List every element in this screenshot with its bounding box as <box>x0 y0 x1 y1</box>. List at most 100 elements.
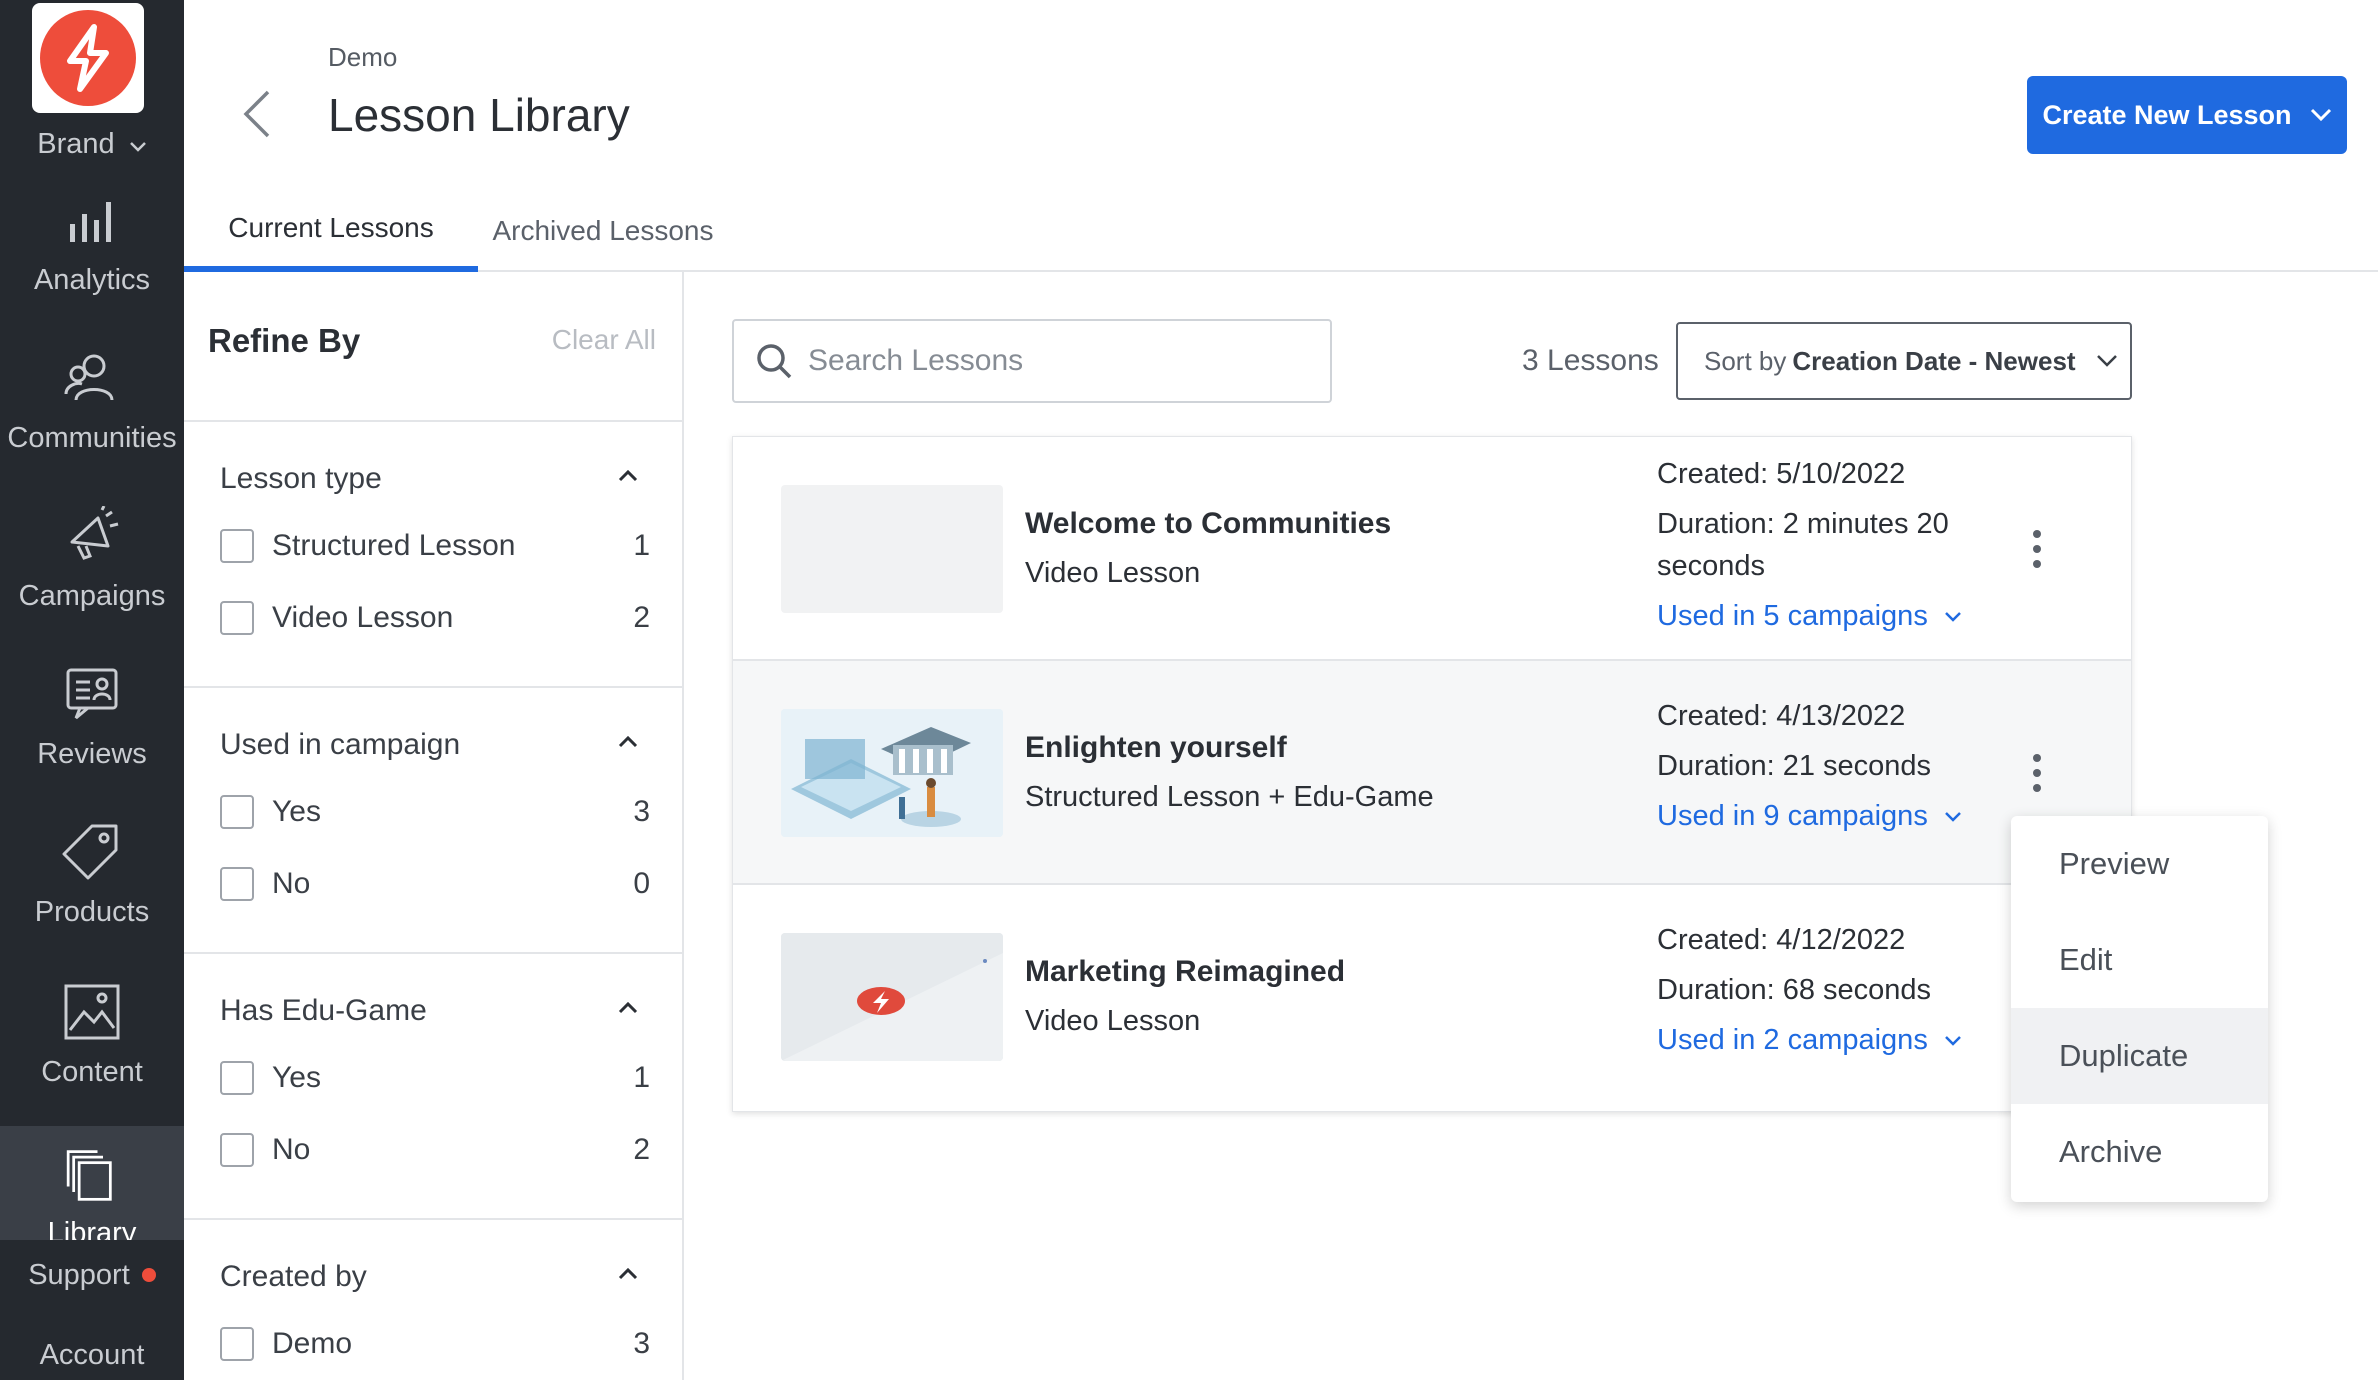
review-icon <box>66 668 118 720</box>
filter-option-count: 3 <box>633 1327 650 1360</box>
lesson-actions-menu: Preview Edit Duplicate Archive <box>2011 816 2268 1202</box>
chevron-down-icon <box>2096 355 2117 367</box>
filter-option-label: No <box>272 1133 311 1166</box>
lesson-type: Video Lesson <box>1025 1005 1201 1037</box>
lesson-meta: Created: 5/10/2022 Duration: 2 minutes 2… <box>1657 453 1977 637</box>
filter-group-used-in-campaign: Used in campaign Yes 3 No 0 <box>184 686 682 952</box>
sort-dropdown[interactable]: Sort by Creation Date - Newest <box>1676 322 2132 400</box>
lesson-name[interactable]: Enlighten yourself <box>1025 731 1287 765</box>
tab-archived-lessons[interactable]: Archived Lessons <box>478 190 728 272</box>
filter-option-count: 0 <box>633 867 650 900</box>
lesson-thumbnail <box>781 933 1003 1061</box>
clear-all-link[interactable]: Clear All <box>552 324 656 356</box>
people-icon <box>64 354 114 401</box>
chevron-up-icon[interactable] <box>618 1268 638 1280</box>
lesson-list: Welcome to Communities Video Lesson Crea… <box>732 436 2132 1112</box>
sidebar-item-communities[interactable]: Communities <box>0 348 184 508</box>
filter-group-has-edu-game: Has Edu-Game Yes 1 No 2 <box>184 952 682 1218</box>
sidebar-item-library[interactable]: Library <box>0 1126 184 1250</box>
lesson-type: Structured Lesson + Edu-Game <box>1025 781 1434 813</box>
account-label: Account <box>39 1339 145 1371</box>
filter-option-edu-game-no[interactable]: No 2 <box>220 1130 650 1170</box>
sidebar-item-reviews[interactable]: Reviews <box>0 664 184 824</box>
sidebar-item-label: Reviews <box>37 738 147 770</box>
chevron-up-icon[interactable] <box>618 736 638 748</box>
lesson-name[interactable]: Marketing Reimagined <box>1025 955 1345 989</box>
checkbox[interactable] <box>220 601 254 635</box>
used-in-campaigns-link[interactable]: Used in 5 campaigns <box>1657 595 1977 637</box>
brand-video-thumbnail-image <box>781 933 1003 1061</box>
brand-switcher[interactable]: Brand <box>0 128 184 161</box>
sidebar-item-products[interactable]: Products <box>0 822 184 982</box>
tab-label: Current Lessons <box>228 212 434 243</box>
filter-option-video-lesson[interactable]: Video Lesson 2 <box>220 598 650 638</box>
checkbox[interactable] <box>220 1061 254 1095</box>
checkbox[interactable] <box>220 867 254 901</box>
checkbox[interactable] <box>220 529 254 563</box>
kebab-menu-icon[interactable] <box>2031 753 2043 793</box>
sidebar-item-label: Content <box>41 1056 143 1088</box>
campaigns-label: Used in 9 campaigns <box>1657 800 1928 832</box>
kebab-menu-icon[interactable] <box>2031 529 2043 569</box>
refine-by-heading: Refine By <box>208 322 361 359</box>
breadcrumb[interactable]: Demo <box>328 42 397 73</box>
menu-item-preview[interactable]: Preview <box>2011 816 2268 912</box>
checkbox[interactable] <box>220 1133 254 1167</box>
filter-option-label: No <box>272 867 311 900</box>
search-input[interactable] <box>808 344 1308 378</box>
lesson-created: Created: 4/12/2022 <box>1657 924 1906 956</box>
sidebar-item-account[interactable]: Account <box>0 1320 184 1380</box>
used-in-campaigns-link[interactable]: Used in 9 campaigns <box>1657 795 1977 837</box>
filter-option-edu-game-yes[interactable]: Yes 1 <box>220 1058 650 1098</box>
filter-group-title: Used in campaign <box>220 728 461 761</box>
megaphone-icon <box>70 506 119 560</box>
filter-option-campaign-yes[interactable]: Yes 3 <box>220 792 650 832</box>
sidebar-item-support[interactable]: Support <box>0 1240 184 1310</box>
filter-option-created-by-demo[interactable]: Demo 3 <box>220 1324 650 1364</box>
used-in-campaigns-link[interactable]: Used in 2 campaigns <box>1657 1019 1977 1061</box>
checkbox[interactable] <box>220 1327 254 1361</box>
sidebar-item-content[interactable]: Content <box>0 982 184 1142</box>
lesson-card[interactable]: Welcome to Communities Video Lesson Crea… <box>733 437 2131 661</box>
lesson-type: Video Lesson <box>1025 557 1201 589</box>
chevron-up-icon[interactable] <box>618 470 638 482</box>
lesson-duration: Duration: 68 seconds <box>1657 974 1932 1006</box>
lesson-thumbnail <box>781 709 1003 837</box>
tag-icon <box>62 824 118 880</box>
filter-panel: Refine By Clear All Lesson type Structur… <box>184 272 684 1380</box>
lesson-name[interactable]: Welcome to Communities <box>1025 507 1391 541</box>
page-title: Lesson Library <box>328 89 630 141</box>
filter-option-count: 2 <box>633 601 650 634</box>
lesson-tabs: Current Lessons Archived Lessons <box>184 190 2378 272</box>
filter-option-label: Yes <box>272 1061 321 1094</box>
tab-label: Archived Lessons <box>492 215 714 246</box>
menu-item-edit[interactable]: Edit <box>2011 912 2268 1008</box>
sidebar-item-label: Campaigns <box>18 580 166 612</box>
lesson-created: Created: 5/10/2022 <box>1657 458 1906 490</box>
lesson-card[interactable]: Marketing Reimagined Video Lesson Create… <box>733 885 2131 1109</box>
menu-item-label: Edit <box>2059 942 2113 977</box>
sort-value: Creation Date - Newest <box>1792 345 2076 376</box>
tab-current-lessons[interactable]: Current Lessons <box>184 190 478 272</box>
lesson-card[interactable]: Enlighten yourself Structured Lesson + E… <box>733 661 2131 885</box>
library-icon <box>66 1150 112 1201</box>
sidebar-item-label: Communities <box>7 422 177 454</box>
checkbox[interactable] <box>220 795 254 829</box>
chevron-up-icon[interactable] <box>618 1002 638 1014</box>
filter-group-title: Has Edu-Game <box>220 994 427 1027</box>
brand-label: Brand <box>37 128 115 160</box>
lesson-created: Created: 4/13/2022 <box>1657 700 1906 732</box>
filter-option-count: 3 <box>633 795 650 828</box>
menu-item-archive[interactable]: Archive <box>2011 1104 2268 1200</box>
filter-option-structured-lesson[interactable]: Structured Lesson 1 <box>220 526 650 566</box>
image-icon <box>64 984 120 1040</box>
menu-item-duplicate[interactable]: Duplicate <box>2011 1008 2268 1104</box>
create-new-lesson-button[interactable]: Create New Lesson <box>2027 76 2347 154</box>
sidebar-item-campaigns[interactable]: Campaigns <box>0 506 184 666</box>
sidebar-item-analytics[interactable]: Analytics <box>0 190 184 350</box>
brand-logo[interactable] <box>32 3 144 113</box>
back-chevron-icon[interactable] <box>240 88 274 140</box>
filter-option-campaign-no[interactable]: No 0 <box>220 864 650 904</box>
filter-option-label: Demo <box>272 1327 353 1360</box>
create-button-label: Create New Lesson <box>2042 99 2292 130</box>
